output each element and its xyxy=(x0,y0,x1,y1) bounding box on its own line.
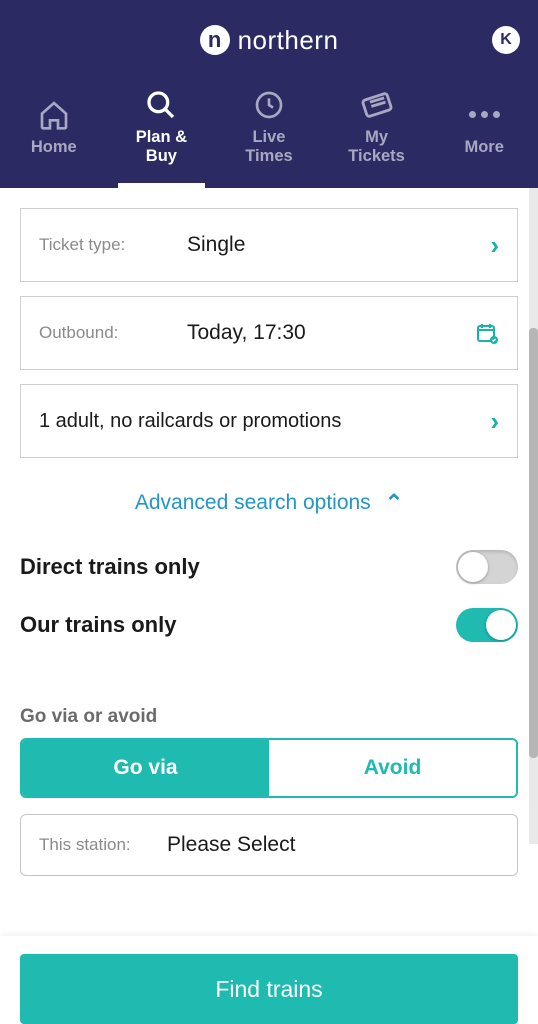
ticket-type-value: Single xyxy=(187,233,490,257)
chevron-right-icon: › xyxy=(490,230,499,261)
segment-go-via[interactable]: Go via xyxy=(22,740,269,796)
find-trains-button[interactable]: Find trains xyxy=(20,954,518,1024)
app-header: n northern K Home Plan & Buy Live Times xyxy=(0,0,538,188)
passengers-value: 1 adult, no railcards or promotions xyxy=(39,410,490,433)
brand-wordmark: northern xyxy=(238,25,339,56)
tab-label: My Tickets xyxy=(348,128,405,166)
tab-label: Plan & Buy xyxy=(136,128,187,166)
brand-icon: n xyxy=(200,25,230,55)
outbound-field[interactable]: Outbound: Today, 17:30 xyxy=(20,296,518,370)
footer: Find trains xyxy=(0,936,538,1024)
tab-more[interactable]: More xyxy=(430,80,538,188)
clock-icon xyxy=(252,88,286,122)
calendar-icon xyxy=(475,321,499,345)
search-form: Ticket type: Single › Outbound: Today, 1… xyxy=(0,188,538,1024)
outbound-label: Outbound: xyxy=(39,323,187,343)
direct-trains-label: Direct trains only xyxy=(20,554,200,580)
tab-home[interactable]: Home xyxy=(0,80,108,188)
tab-label: More xyxy=(464,138,503,157)
more-icon xyxy=(467,98,501,132)
scrollbar-thumb[interactable] xyxy=(529,328,538,758)
direct-trains-switch[interactable] xyxy=(456,550,518,584)
tab-label: Live Times xyxy=(245,128,292,166)
our-trains-switch[interactable] xyxy=(456,608,518,642)
our-trains-label: Our trains only xyxy=(20,612,176,638)
passengers-field[interactable]: 1 adult, no railcards or promotions › xyxy=(20,384,518,458)
via-avoid-segmented: Go via Avoid xyxy=(20,738,518,798)
direct-trains-row: Direct trains only xyxy=(20,538,518,596)
tab-my-tickets[interactable]: My Tickets xyxy=(323,80,431,188)
tab-label: Home xyxy=(31,138,77,157)
tab-live-times[interactable]: Live Times xyxy=(215,80,323,188)
via-avoid-heading: Go via or avoid xyxy=(20,706,518,728)
via-station-field[interactable]: This station: Please Select xyxy=(20,814,518,876)
chevron-right-icon: › xyxy=(490,406,499,437)
home-icon xyxy=(37,98,71,132)
our-trains-row: Our trains only xyxy=(20,596,518,654)
chevron-up-icon: ⌃ xyxy=(385,490,403,516)
tabs: Home Plan & Buy Live Times My Tickets Mo… xyxy=(0,80,538,188)
advanced-options-label: Advanced search options xyxy=(135,491,371,515)
brand-logo[interactable]: n northern xyxy=(200,25,339,56)
scrollbar[interactable] xyxy=(529,188,538,844)
avatar[interactable]: K xyxy=(492,26,520,54)
via-station-value: Please Select xyxy=(167,833,295,857)
outbound-value: Today, 17:30 xyxy=(187,321,475,345)
tab-plan-buy[interactable]: Plan & Buy xyxy=(108,80,216,188)
search-icon xyxy=(144,88,178,122)
ticket-type-field[interactable]: Ticket type: Single › xyxy=(20,208,518,282)
ticket-type-label: Ticket type: xyxy=(39,235,187,255)
segment-avoid[interactable]: Avoid xyxy=(269,740,516,796)
via-station-label: This station: xyxy=(39,835,167,855)
ticket-icon xyxy=(360,88,394,122)
brand-row: n northern K xyxy=(0,0,538,80)
advanced-options-toggle[interactable]: Advanced search options ⌃ xyxy=(20,472,518,538)
